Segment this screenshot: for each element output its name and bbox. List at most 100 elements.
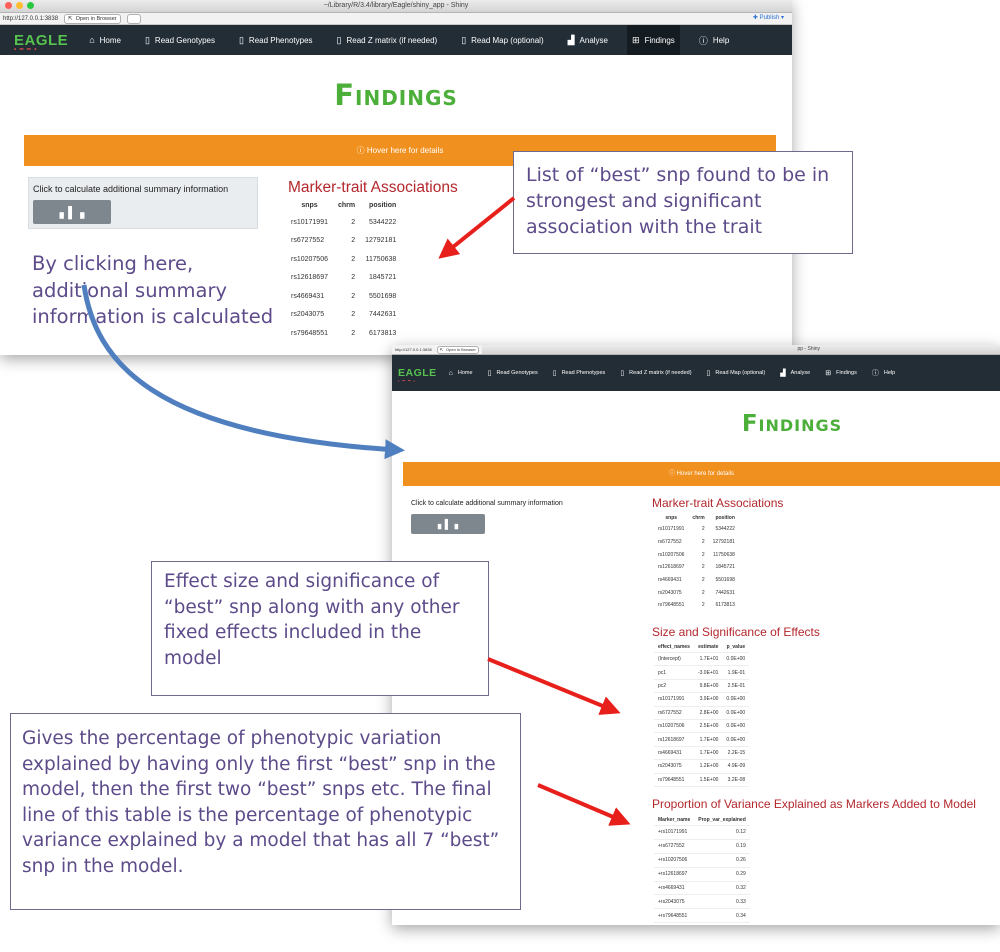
- nav-home[interactable]: ⌂ Home: [84, 25, 126, 55]
- table-row: rs6727552 2 12792181: [654, 536, 739, 549]
- table-row: rs10171991 3.9E+00 0.0E+00: [654, 692, 750, 707]
- snp-cell: rs10207506: [291, 255, 328, 263]
- marker-trait-table: snps chrm position rs10171991 2 5344222 rs…: [654, 513, 739, 612]
- file-icon: ▯: [336, 34, 342, 45]
- effects-table: effect_names estimate p_value (Intercept…: [654, 642, 750, 787]
- chrm-cell: 2: [351, 329, 356, 337]
- p-value-cell: 0.0E+00: [722, 692, 750, 707]
- refresh-button[interactable]: [126, 13, 141, 24]
- nav-read-map[interactable]: ▯ Read Map (optional): [456, 25, 548, 55]
- nav-read-map[interactable]: ▯ Read Map (optional): [704, 355, 769, 391]
- nav-analyse-label: Analyse: [579, 35, 609, 45]
- table-row: rs79648551 1.5E+00 3.2E-08: [654, 773, 750, 787]
- position-cell: 11750638: [713, 551, 735, 558]
- nav-read-z-label: Read Z matrix (if needed): [629, 370, 692, 376]
- nav-read-z-matrix[interactable]: ▯ Read Z matrix (if needed): [617, 355, 694, 391]
- best-snp-list-callout: List of “best” snp found to be in strong…: [513, 151, 853, 254]
- nav-read-genotypes[interactable]: ▯ Read Genotypes: [140, 25, 220, 55]
- position-cell: 7442631: [715, 589, 735, 596]
- marker-name-cell: +rs12618697: [654, 867, 695, 882]
- nav-findings[interactable]: ⊞ Findings: [627, 25, 680, 55]
- snp-cell: rs79648551: [291, 329, 328, 337]
- calculate-summary-button[interactable]: ▖▌▗: [33, 200, 111, 224]
- nav-analyse[interactable]: ▟ Analyse: [777, 355, 813, 391]
- column-header: p_value: [722, 642, 750, 653]
- logo-dots: • ━ ━ •: [398, 378, 416, 383]
- help-circle-icon: ⓘ: [668, 471, 675, 477]
- table-row: (Intercept) 1.7E+01 0.0E+00: [654, 652, 750, 667]
- help-circle-icon: ⓘ: [871, 370, 879, 377]
- p-value-cell: 1.9E-01: [722, 665, 750, 680]
- nav-read-z-label: Read Z matrix (if needed): [346, 35, 438, 45]
- estimate-cell: 1.7E+00: [693, 732, 723, 747]
- table-row: rs6727552 2.8E+00 0.0E+00: [654, 706, 750, 720]
- prop-var-cell: 0.12: [694, 825, 750, 840]
- column-header: snps: [301, 202, 318, 209]
- window-controls: [5, 2, 34, 9]
- eagle-logo[interactable]: EAGLE • ━ ━ •: [398, 367, 437, 383]
- chrm-cell: 2: [351, 237, 356, 245]
- app-navbar: EAGLE • ━ ━ • ⌂ Home ▯ Read Genotypes ▯ Read…: [392, 355, 1000, 391]
- nav-home[interactable]: ⌂ Home: [446, 355, 476, 391]
- nav-findings[interactable]: ⊞ Findings: [822, 355, 860, 391]
- snp-cell: rs12618697: [291, 274, 328, 282]
- open-in-browser-button[interactable]: ⇱ Open in Browser: [64, 13, 121, 24]
- table-row: pc2 9.8E+00 2.5E-01: [654, 679, 750, 694]
- click-here-note: By clicking here, additional summary inf…: [32, 252, 274, 328]
- nav-help[interactable]: ⓘ Help: [869, 355, 898, 391]
- nav-read-map-label: Read Map (optional): [715, 370, 766, 376]
- nav-analyse[interactable]: ▟ Analyse: [563, 25, 613, 55]
- hover-details-bar[interactable]: ⓘ Hover here for details: [403, 462, 1000, 486]
- bar-chart-icon: ▖▌▗: [437, 518, 459, 529]
- file-icon: ▯: [238, 34, 244, 45]
- chrm-cell: 2: [701, 577, 705, 584]
- position-cell: 12792181: [712, 539, 735, 546]
- p-value-cell: 0.0E+00: [722, 652, 750, 667]
- snp-cell: rs2043075: [291, 311, 325, 319]
- eagle-logo[interactable]: EAGLE • ━ ━ •: [14, 32, 68, 53]
- nav-read-phenotypes[interactable]: ▯ Read Phenotypes: [550, 355, 609, 391]
- page-title: Findings: [741, 411, 843, 437]
- snp-cell: rs10207506: [658, 551, 685, 558]
- marker-name-cell: +rs10207506: [654, 853, 695, 868]
- calculate-summary-button[interactable]: ▖▌▗: [411, 514, 485, 534]
- column-header: Marker_name: [654, 815, 695, 826]
- prop-var-cell: 0.19: [694, 839, 750, 854]
- nav-read-genotypes[interactable]: ▯ Read Genotypes: [485, 355, 541, 391]
- url-field[interactable]: http://127.0.0.1:3838: [3, 16, 58, 22]
- nav-home-label: Home: [457, 370, 473, 376]
- nav-help[interactable]: ⓘ Help: [694, 25, 734, 55]
- effect-name-cell: rs10207506: [654, 719, 694, 734]
- help-circle-icon: ⓘ: [356, 146, 365, 155]
- table-row: rs10207506 2 11750638: [654, 548, 739, 561]
- open-in-browser-label: Open in Browser: [446, 347, 476, 352]
- nav-read-phenotypes[interactable]: ▯ Read Phenotypes: [234, 25, 318, 55]
- table-header-row: effect_names estimate p_value: [654, 642, 750, 653]
- sitemap-icon: ⊞: [632, 34, 640, 45]
- table-row: rs2043075 2 7442631: [286, 306, 401, 325]
- chrm-cell: 2: [351, 218, 356, 226]
- zoom-window-button[interactable]: [27, 2, 34, 9]
- table-row: pc1 -3.0E+01 1.9E-01: [654, 665, 750, 680]
- effect-name-cell: pc2: [654, 679, 694, 694]
- position-cell: 1845721: [369, 274, 397, 282]
- estimate-cell: -3.0E+01: [693, 665, 723, 680]
- snp-cell: rs6727552: [658, 539, 682, 546]
- position-cell: 5501698: [715, 577, 735, 584]
- minimize-window-button[interactable]: [16, 2, 23, 9]
- estimate-cell: 1.7E+00: [693, 746, 723, 761]
- address-bar: http://127.0.0.1:3838 ⇱ Open in Browser: [392, 345, 482, 354]
- marker-trait-title: Marker-trait Associations: [288, 179, 458, 196]
- url-field[interactable]: http://127.0.0.1:3838: [395, 347, 432, 352]
- logo-dots: • ━ ━ •: [14, 46, 38, 53]
- table-row: +rs12618697 0.29: [654, 867, 750, 882]
- close-window-button[interactable]: [5, 2, 12, 9]
- publish-button[interactable]: ✚ Publish ▾: [753, 14, 784, 21]
- open-in-browser-button[interactable]: ⇱ Open in Browser: [436, 345, 479, 354]
- nav-read-z-matrix[interactable]: ▯ Read Z matrix (if needed): [332, 25, 443, 55]
- sitemap-icon: ⊞: [825, 370, 832, 377]
- variance-table: Marker_name Prop_var_explained +rs101719…: [654, 815, 750, 924]
- marker-trait-table: snps chrm position rs10171991 2 5344222 rs…: [286, 199, 401, 343]
- file-icon: ▯: [461, 34, 467, 45]
- chrm-cell: 2: [351, 274, 356, 282]
